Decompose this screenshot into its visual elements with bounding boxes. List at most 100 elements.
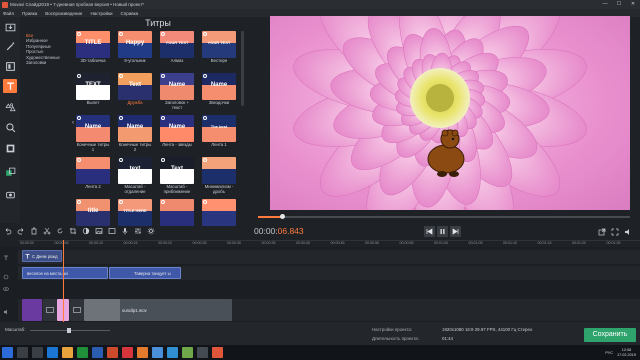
excel-icon[interactable]	[77, 347, 88, 358]
skype-icon[interactable]	[167, 347, 178, 358]
menu-file[interactable]: Файл	[3, 11, 14, 16]
image-button[interactable]	[94, 227, 103, 236]
text-clip-2[interactable]: Таверна танцует ы	[109, 267, 181, 279]
title-tile[interactable]: The best Лента 1	[202, 115, 236, 154]
favorite-icon[interactable]	[161, 158, 165, 162]
favorite-icon[interactable]	[161, 116, 165, 120]
favorite-icon[interactable]	[119, 158, 123, 162]
menu-settings[interactable]: Настройки	[90, 11, 112, 16]
save-button[interactable]: Сохранить	[584, 328, 636, 342]
transition-block-1[interactable]	[43, 299, 57, 321]
project-settings-value[interactable]: 1920x1080 16:9 29.97 FPS, 44100 Гц Стере…	[442, 327, 532, 332]
app-icon[interactable]	[197, 347, 208, 358]
favorite-icon[interactable]	[161, 32, 165, 36]
record-tool[interactable]	[3, 187, 17, 201]
title-clip[interactable]: С Днем рожд	[22, 250, 62, 262]
maximize-button[interactable]: ☐	[612, 0, 626, 9]
stickers-tool[interactable]	[3, 100, 17, 114]
title-tile[interactable]: Name Конечные титры 1	[76, 115, 110, 154]
start-icon[interactable]	[2, 347, 13, 358]
favorite-icon[interactable]	[119, 200, 123, 204]
language-indicator[interactable]: РУС	[605, 351, 613, 355]
timeline-ruler[interactable]: 00:00:00 00:00:05 00:00:10 00:00:15 00:00:20…	[18, 240, 640, 247]
title-tile[interactable]: Text Дружба	[118, 73, 152, 112]
fullscreen-button[interactable]	[609, 226, 620, 237]
favorite-icon[interactable]	[203, 74, 207, 78]
title-tile[interactable]: Лента 2	[76, 157, 110, 196]
color-adjust-button[interactable]	[81, 227, 90, 236]
seek-bar[interactable]	[258, 216, 630, 218]
title-tile[interactable]: TITLE 3D-табличка	[76, 31, 110, 70]
task-view-icon[interactable]	[32, 347, 43, 358]
edge-icon[interactable]	[47, 347, 58, 358]
video-clip-1[interactable]	[22, 299, 42, 321]
next-frame-button[interactable]	[450, 226, 461, 237]
explorer-icon[interactable]	[62, 347, 73, 358]
detach-preview-button[interactable]	[596, 226, 607, 237]
previous-frame-button[interactable]	[424, 226, 435, 237]
favorite-icon[interactable]	[77, 200, 81, 204]
menu-edit[interactable]: Правка	[22, 11, 37, 16]
category-headers[interactable]: Заголовки	[26, 60, 72, 65]
video-clip-3[interactable]: ouncilp1.mov	[84, 299, 232, 321]
minimize-button[interactable]: —	[598, 0, 612, 9]
title-tile[interactable]: Минимализм - дробь	[202, 157, 236, 196]
title-tile[interactable]: YOUR TEXT Алмаз	[160, 31, 194, 70]
title-tile[interactable]: YOUR TEXT Вестерн	[202, 31, 236, 70]
panel-scrollbar[interactable]	[241, 31, 244, 106]
title-tile[interactable]: Name Лента - звезды	[160, 115, 194, 154]
title-tile[interactable]: Text Масштаб - приближение	[160, 157, 194, 196]
chrome-icon[interactable]	[152, 347, 163, 358]
title-tile[interactable]: Happy 8-угольник	[118, 31, 152, 70]
video-preview[interactable]	[270, 16, 630, 210]
magic-wand-tool[interactable]	[3, 39, 17, 53]
settings-button[interactable]	[146, 227, 155, 236]
rotate-button[interactable]	[55, 227, 64, 236]
menu-playback[interactable]: Воспроизведение	[45, 11, 82, 16]
search-icon[interactable]	[17, 347, 28, 358]
firefox-icon[interactable]	[137, 347, 148, 358]
transitions-tool[interactable]	[3, 165, 17, 179]
clock[interactable]: 12:08 17.02.2019	[617, 348, 636, 357]
cut-button[interactable]	[42, 227, 51, 236]
favorite-icon[interactable]	[77, 158, 81, 162]
favorite-icon[interactable]	[203, 158, 207, 162]
text-clip-1[interactable]: веселое на места.avi	[22, 267, 108, 279]
favorite-icon[interactable]	[161, 74, 165, 78]
delete-button[interactable]	[29, 227, 38, 236]
favorite-icon[interactable]	[119, 116, 123, 120]
titles-tool[interactable]	[3, 79, 17, 93]
playhead[interactable]	[63, 240, 64, 322]
title-tile[interactable]: Name Конечные титры 2	[118, 115, 152, 154]
volume-button[interactable]	[622, 226, 633, 237]
word-icon[interactable]	[92, 347, 103, 358]
title-tile[interactable]: Name Звездочки	[202, 73, 236, 112]
favorite-icon[interactable]	[203, 116, 207, 120]
eye-icon[interactable]	[3, 286, 9, 292]
audio-button[interactable]	[120, 227, 129, 236]
powerpoint-icon[interactable]	[107, 347, 118, 358]
favorite-icon[interactable]	[77, 74, 81, 78]
zoom-slider-handle[interactable]	[67, 328, 71, 333]
opera-icon[interactable]	[122, 347, 133, 358]
favorite-icon[interactable]	[119, 74, 123, 78]
favorite-icon[interactable]	[77, 32, 81, 36]
seek-handle[interactable]	[280, 214, 285, 219]
undo-button[interactable]	[3, 227, 12, 236]
favorite-icon[interactable]	[119, 32, 123, 36]
clip-properties-button[interactable]	[107, 227, 116, 236]
favorite-icon[interactable]	[203, 32, 207, 36]
title-tile[interactable]: text Масштаб - отдаление	[118, 157, 152, 196]
zoom-tool[interactable]	[3, 120, 17, 134]
menu-help[interactable]: Справка	[121, 11, 139, 16]
equalizer-button[interactable]	[133, 227, 142, 236]
import-tool[interactable]	[3, 20, 17, 34]
favorite-icon[interactable]	[203, 200, 207, 204]
filters-tool[interactable]	[3, 59, 17, 73]
title-tile[interactable]: Name Заголовок + текст	[160, 73, 194, 112]
close-button[interactable]: ✕	[626, 0, 640, 9]
favorite-icon[interactable]	[77, 116, 81, 120]
mute-icon[interactable]	[3, 309, 9, 315]
transition-block-2[interactable]	[70, 299, 84, 321]
crop-button[interactable]	[68, 227, 77, 236]
